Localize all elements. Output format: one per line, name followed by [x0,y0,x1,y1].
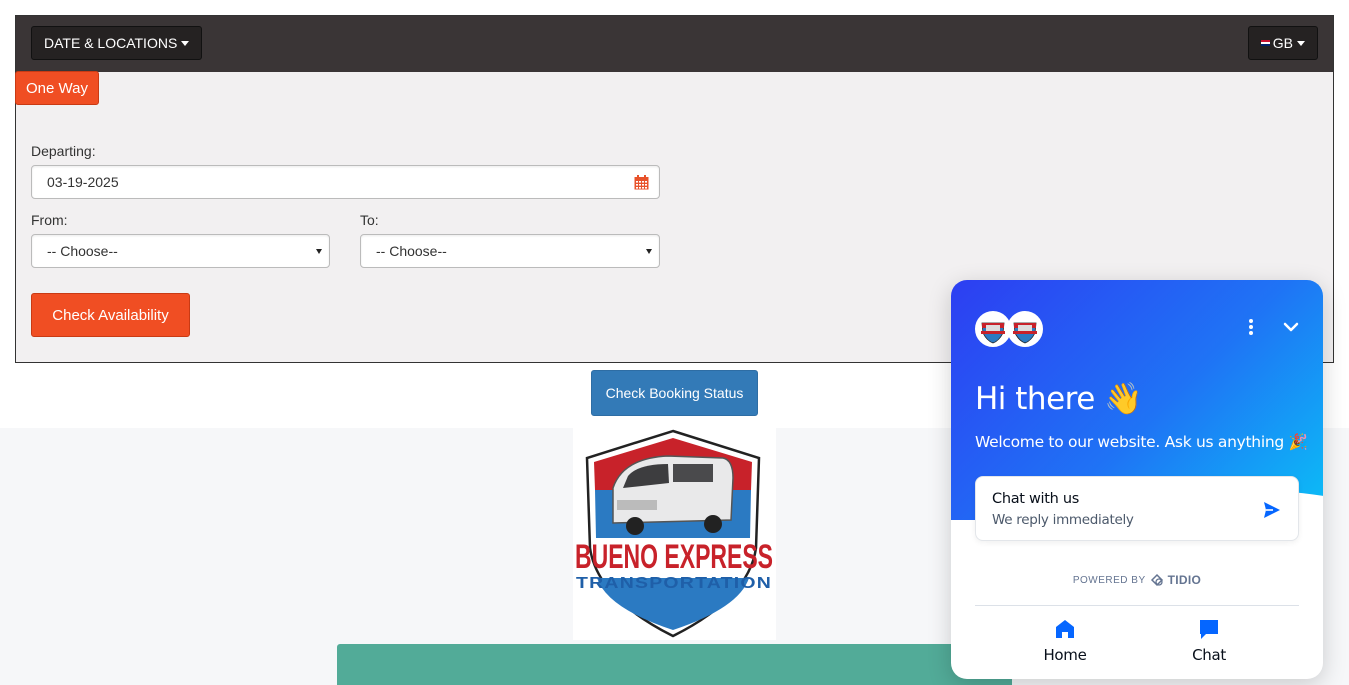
chat-bubble-icon [1200,620,1218,639]
check-availability-button[interactable]: Check Availability [31,293,190,337]
caret-down-icon [646,249,652,254]
chat-card-title: Chat with us [992,491,1080,507]
from-label: From: [31,212,68,228]
operator-avatar [975,311,1011,347]
logo-line2: TRANSPORTATION [576,575,772,592]
company-logo: BUENO EXPRESS TRANSPORTATION [573,428,776,640]
minimize-chevron-icon[interactable] [1281,317,1301,337]
nav-chat-label: Chat [1192,646,1226,664]
chat-nav-chat[interactable]: Chat [1164,618,1254,664]
more-options-icon[interactable] [1241,317,1261,337]
send-icon[interactable] [1262,500,1282,520]
chat-divider [975,605,1299,606]
to-select[interactable]: -- Choose-- [360,234,660,268]
departing-label: Departing: [31,143,96,159]
to-label: To: [360,212,379,228]
from-select[interactable]: -- Choose-- [31,234,330,268]
powered-by-tidio[interactable]: POWERED BY TIDIO [951,573,1323,587]
chat-widget: Hi there 👋 Welcome to our website. Ask u… [951,280,1323,679]
language-dropdown[interactable]: GB [1247,26,1318,60]
operator-avatars [975,311,1043,347]
departing-date-input[interactable]: 03-19-2025 [31,165,660,199]
caret-down-icon [316,249,322,254]
booking-toolbar: DATE & LOCATIONS GB [16,16,1333,72]
one-way-button[interactable]: One Way [15,71,99,105]
departing-date-value: 03-19-2025 [47,174,119,190]
chat-with-us-card[interactable]: Chat with us We reply immediately [975,476,1299,541]
powered-by-label: POWERED BY [1072,574,1146,586]
chat-welcome: Welcome to our website. Ask us anything … [975,433,1308,451]
to-select-value: -- Choose-- [376,243,447,259]
flag-gb-icon [1260,40,1270,46]
teal-content-panel [337,644,1012,685]
operator-avatar [1007,311,1043,347]
chat-card-subtitle: We reply immediately [992,512,1134,528]
tidio-brand: TIDIO [1167,573,1202,587]
language-label: GB [1272,35,1293,51]
from-select-value: -- Choose-- [47,243,118,259]
caret-down-icon [1297,40,1305,46]
date-locations-label: DATE & LOCATIONS [44,35,178,51]
chat-nav-home[interactable]: Home [1020,618,1110,664]
chat-greeting: Hi there 👋 [975,381,1143,417]
date-locations-dropdown[interactable]: DATE & LOCATIONS [31,26,203,60]
calendar-icon[interactable] [634,175,649,190]
check-booking-status-button[interactable]: Check Booking Status [591,370,758,416]
logo-line1: BUENO EXPRESS [575,538,773,576]
shield-logo-graphic: BUENO EXPRESS TRANSPORTATION [575,429,773,638]
tidio-logo-icon [1150,573,1163,587]
home-icon [1056,620,1074,638]
nav-home-label: Home [1043,646,1087,664]
caret-down-icon [181,40,190,46]
